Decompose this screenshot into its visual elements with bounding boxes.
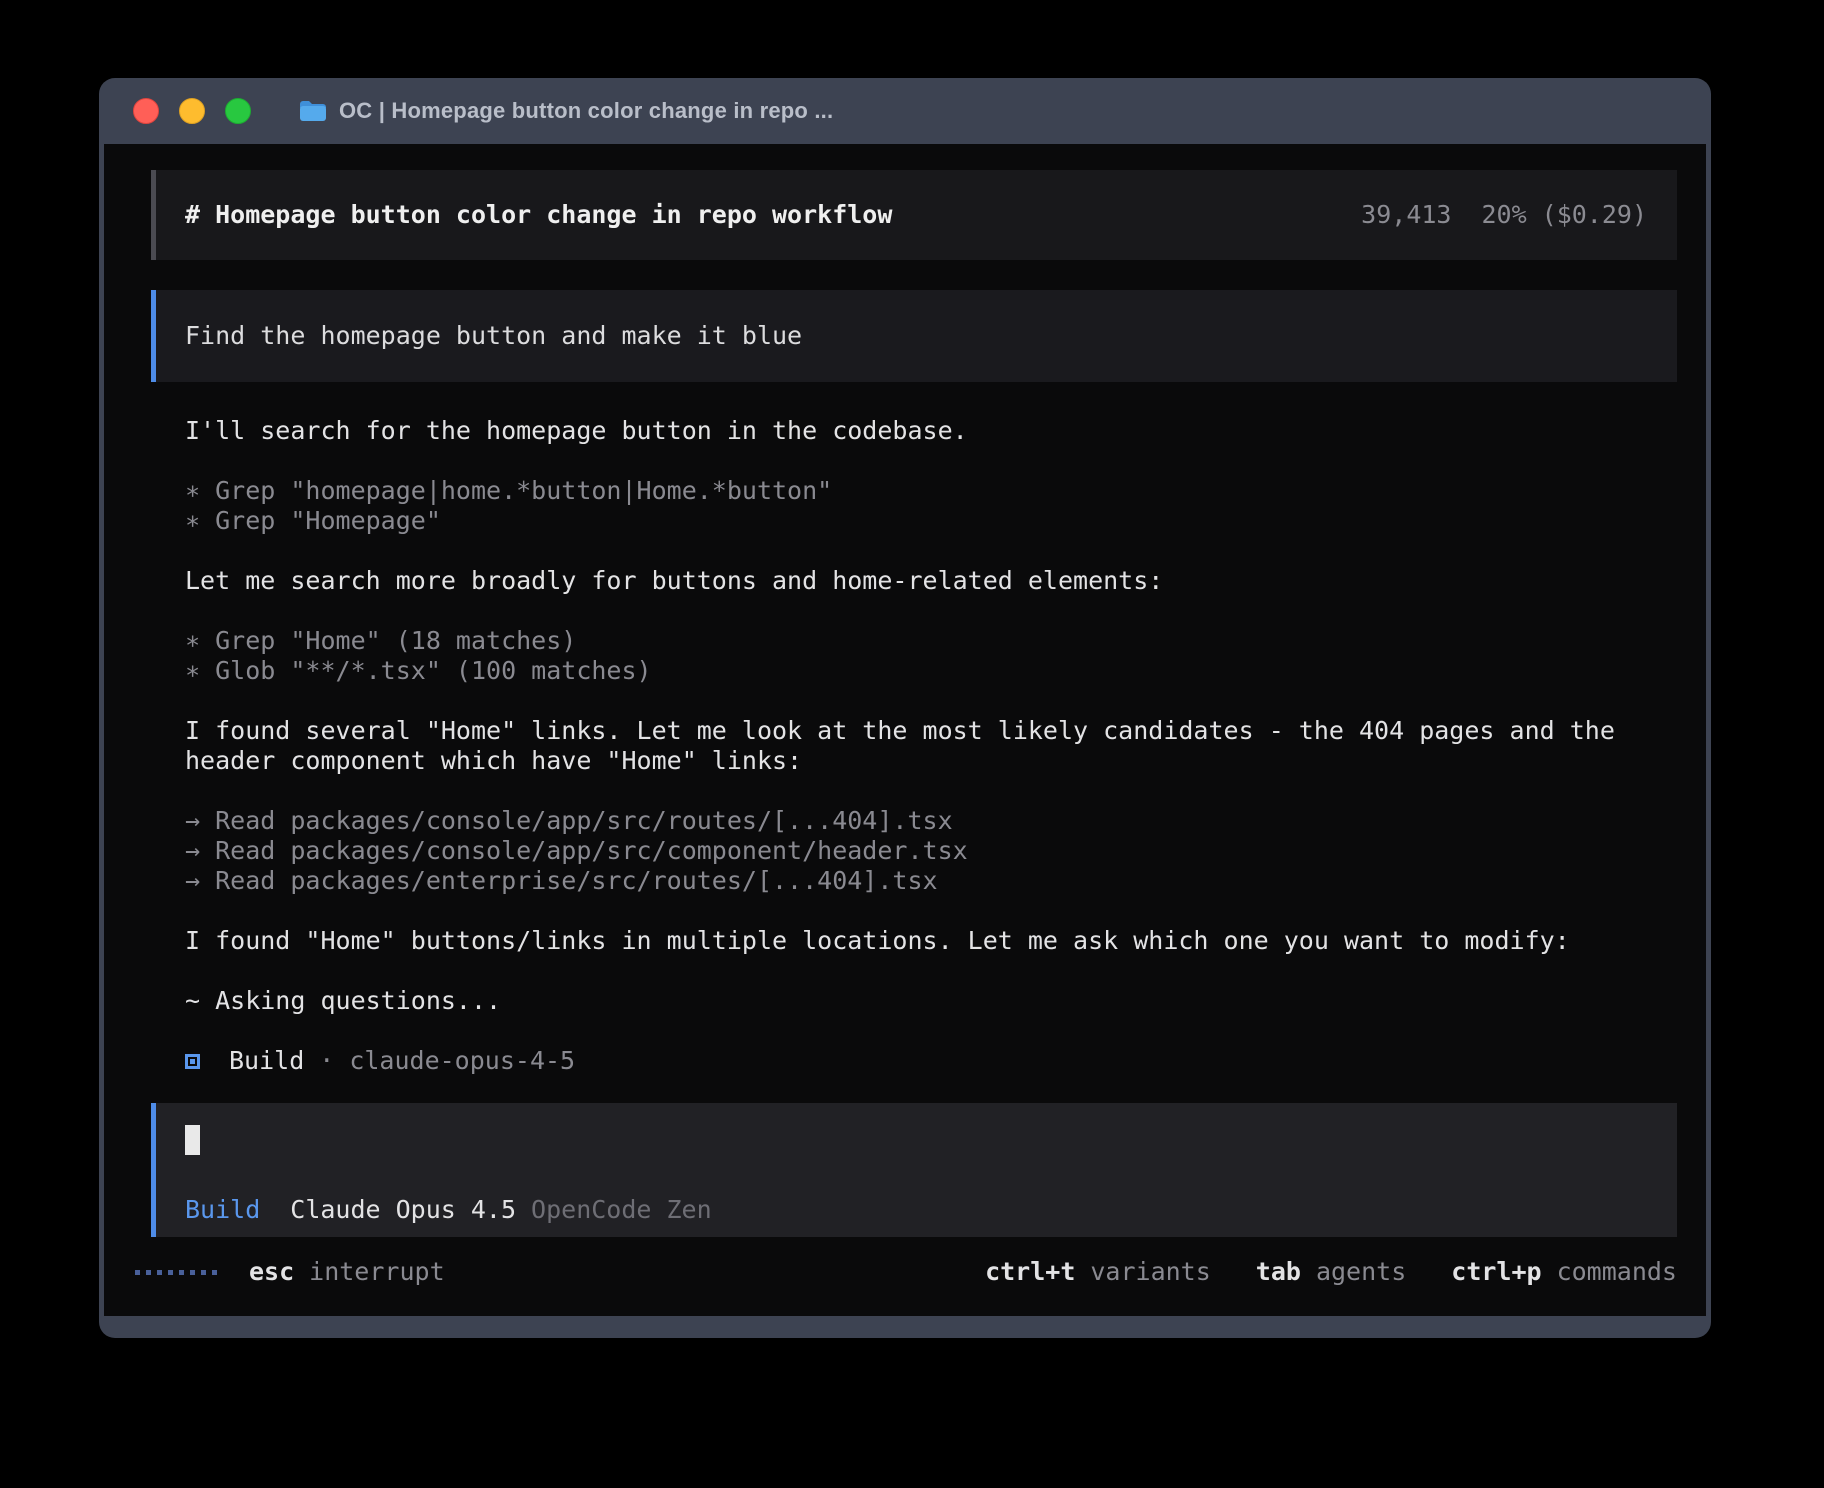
text-cursor [185,1125,200,1155]
label-variants: variants [1090,1257,1210,1287]
title-group: OC | Homepage button color change in rep… [299,98,833,124]
tool-call-line: → Read packages/console/app/src/routes/[… [185,806,1666,836]
spinner-dot [168,1270,173,1275]
tool-call-line: → Read packages/console/app/src/componen… [185,836,1666,866]
tool-call-group: → Read packages/console/app/src/routes/[… [185,806,1666,896]
spinner-dot [212,1270,217,1275]
token-count: 39,413 [1361,200,1451,230]
provider-name: OpenCode Zen [531,1195,712,1225]
titlebar[interactable]: OC | Homepage button color change in rep… [99,78,1711,144]
spinner-dots [135,1270,217,1275]
user-message: Find the homepage button and make it blu… [151,290,1677,382]
hint-agents: tab agents [1256,1257,1406,1287]
assistant-text-line: I'll search for the homepage button in t… [185,416,1666,446]
assistant-text-group: ~ Asking questions... [185,986,1666,1016]
agent-name: Build [229,1046,304,1076]
assistant-text-group: I found several "Home" links. Let me loo… [185,716,1666,776]
context-percent: 20% [1481,200,1526,230]
terminal-window: OC | Homepage button color change in rep… [99,78,1711,1338]
assistant-text-group: I'll search for the homepage button in t… [185,416,1666,446]
prompt-input[interactable]: Build Claude Opus 4.5 OpenCode Zen [151,1103,1677,1237]
window-title: OC | Homepage button color change in rep… [339,98,833,124]
assistant-text-line: ~ Asking questions... [185,986,1666,1016]
spinner-dot [146,1270,151,1275]
agent-model: claude-opus-4-5 [349,1046,575,1076]
tool-call-group: ∗ Grep "homepage|home.*button|Home.*butt… [185,476,1666,536]
key-tab: tab [1256,1257,1301,1287]
spinner-dot [190,1270,195,1275]
key-ctrl+t: ctrl+t [985,1257,1075,1287]
tool-call-line: ∗ Grep "homepage|home.*button|Home.*butt… [185,476,1666,506]
transcript[interactable]: I'll search for the homepage button in t… [185,416,1666,1016]
input-line[interactable] [185,1125,1647,1155]
session-title: # Homepage button color change in repo w… [185,200,892,230]
agent-build-icon [185,1054,200,1069]
label-agents: agents [1316,1257,1406,1287]
spinner-dot [201,1270,206,1275]
tool-call-line: → Read packages/enterprise/src/routes/[.… [185,866,1666,896]
assistant-text-line: header component which have "Home" links… [185,746,1666,776]
key-esc: esc [249,1257,294,1287]
session-stats: 39,413 20% ($0.29) [1361,200,1647,230]
traffic-lights [133,98,251,124]
agent-status-row: Build · claude-opus-4-5 [185,1046,1706,1076]
terminal-content[interactable]: # Homepage button color change in repo w… [104,144,1706,1316]
statusbar-right: ctrl+t variants tab agents ctrl+p commands [985,1257,1677,1287]
tool-call-group: ∗ Grep "Home" (18 matches)∗ Glob "**/*.t… [185,626,1666,686]
statusbar: esc interrupt ctrl+tvariantstabagentsctr… [135,1257,1677,1287]
assistant-text-line: I found several "Home" links. Let me loo… [185,716,1666,746]
assistant-text-line: Let me search more broadly for buttons a… [185,566,1666,596]
key-ctrl+p: ctrl+p [1451,1257,1541,1287]
label-interrupt: interrupt [309,1257,444,1287]
input-footer: Build Claude Opus 4.5 OpenCode Zen [185,1195,1647,1225]
session-cost: ($0.29) [1542,200,1647,230]
tool-call-line: ∗ Grep "Homepage" [185,506,1666,536]
folder-icon [299,100,327,122]
spinner-dot [135,1270,140,1275]
spinner-dot [157,1270,162,1275]
session-header: # Homepage button color change in repo w… [151,170,1677,260]
spinner-dot [179,1270,184,1275]
tool-call-line: ∗ Grep "Home" (18 matches) [185,626,1666,656]
zoom-button[interactable] [225,98,251,124]
close-button[interactable] [133,98,159,124]
tool-call-line: ∗ Glob "**/*.tsx" (100 matches) [185,656,1666,686]
label-commands: commands [1557,1257,1677,1287]
hint-interrupt: esc interrupt [249,1257,445,1287]
separator-dot: · [319,1046,334,1076]
minimize-button[interactable] [179,98,205,124]
user-message-text: Find the homepage button and make it blu… [185,321,802,351]
hint-variants: ctrl+t variants [985,1257,1211,1287]
assistant-text-line: I found "Home" buttons/links in multiple… [185,926,1666,956]
assistant-text-group: Let me search more broadly for buttons a… [185,566,1666,596]
model-name[interactable]: Claude Opus 4.5 [290,1195,516,1225]
assistant-text-group: I found "Home" buttons/links in multiple… [185,926,1666,956]
hint-commands: ctrl+p commands [1451,1257,1677,1287]
mode-badge[interactable]: Build [185,1195,260,1225]
